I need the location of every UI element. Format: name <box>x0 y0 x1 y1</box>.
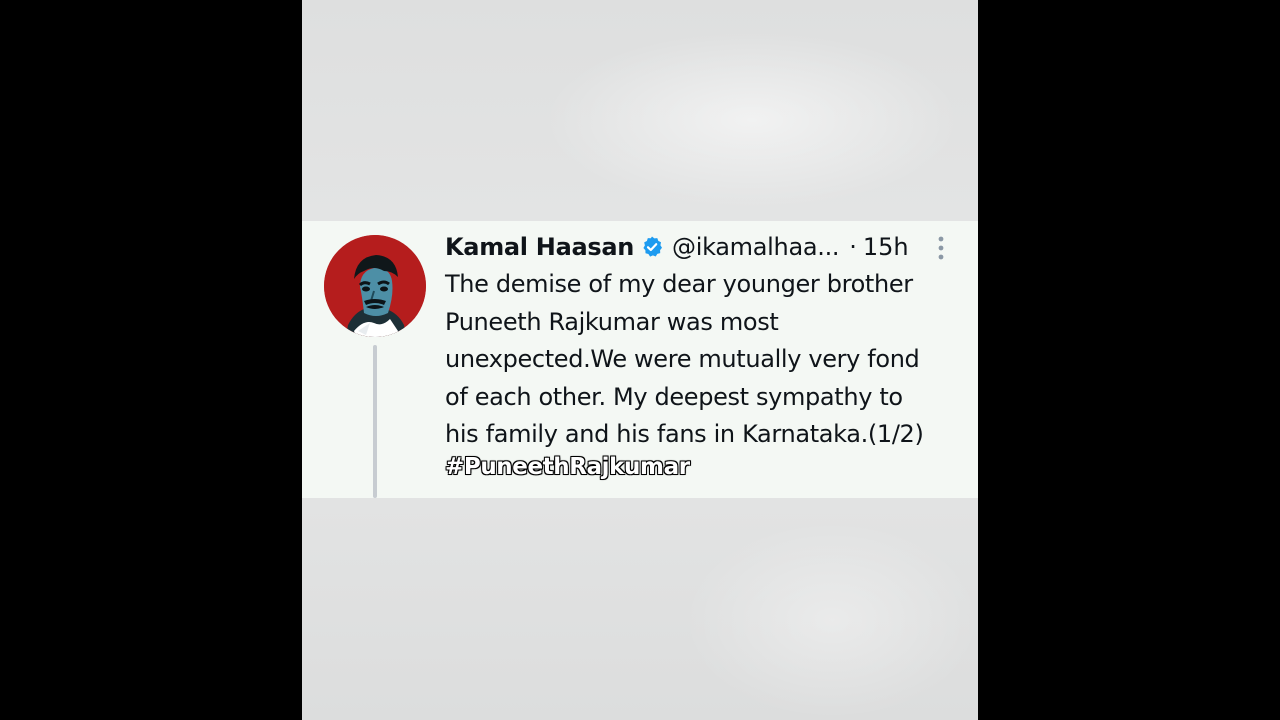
tweet-card[interactable]: Kamal Haasan @ikamalhaa... · 15h The dem… <box>302 221 978 498</box>
profile-photo-icon <box>324 235 426 337</box>
verified-badge-icon <box>640 235 664 259</box>
tweet-header: Kamal Haasan @ikamalhaa... · 15h <box>445 229 909 265</box>
left-letterbox <box>0 0 302 720</box>
author-name[interactable]: Kamal Haasan <box>445 233 634 261</box>
tweet-text: The demise of my dear younger brother Pu… <box>445 270 924 449</box>
separator-dot: · <box>849 233 857 261</box>
right-letterbox <box>978 0 1280 720</box>
hashtag-link[interactable]: #PuneethRajkumar <box>445 454 690 480</box>
video-frame: Kamal Haasan @ikamalhaa... · 15h The dem… <box>302 0 978 720</box>
avatar[interactable] <box>324 235 426 337</box>
thread-line <box>373 345 377 498</box>
author-handle[interactable]: @ikamalhaa... <box>672 233 840 261</box>
tweet-timestamp[interactable]: 15h <box>863 233 909 261</box>
more-vertical-icon[interactable] <box>936 235 946 261</box>
